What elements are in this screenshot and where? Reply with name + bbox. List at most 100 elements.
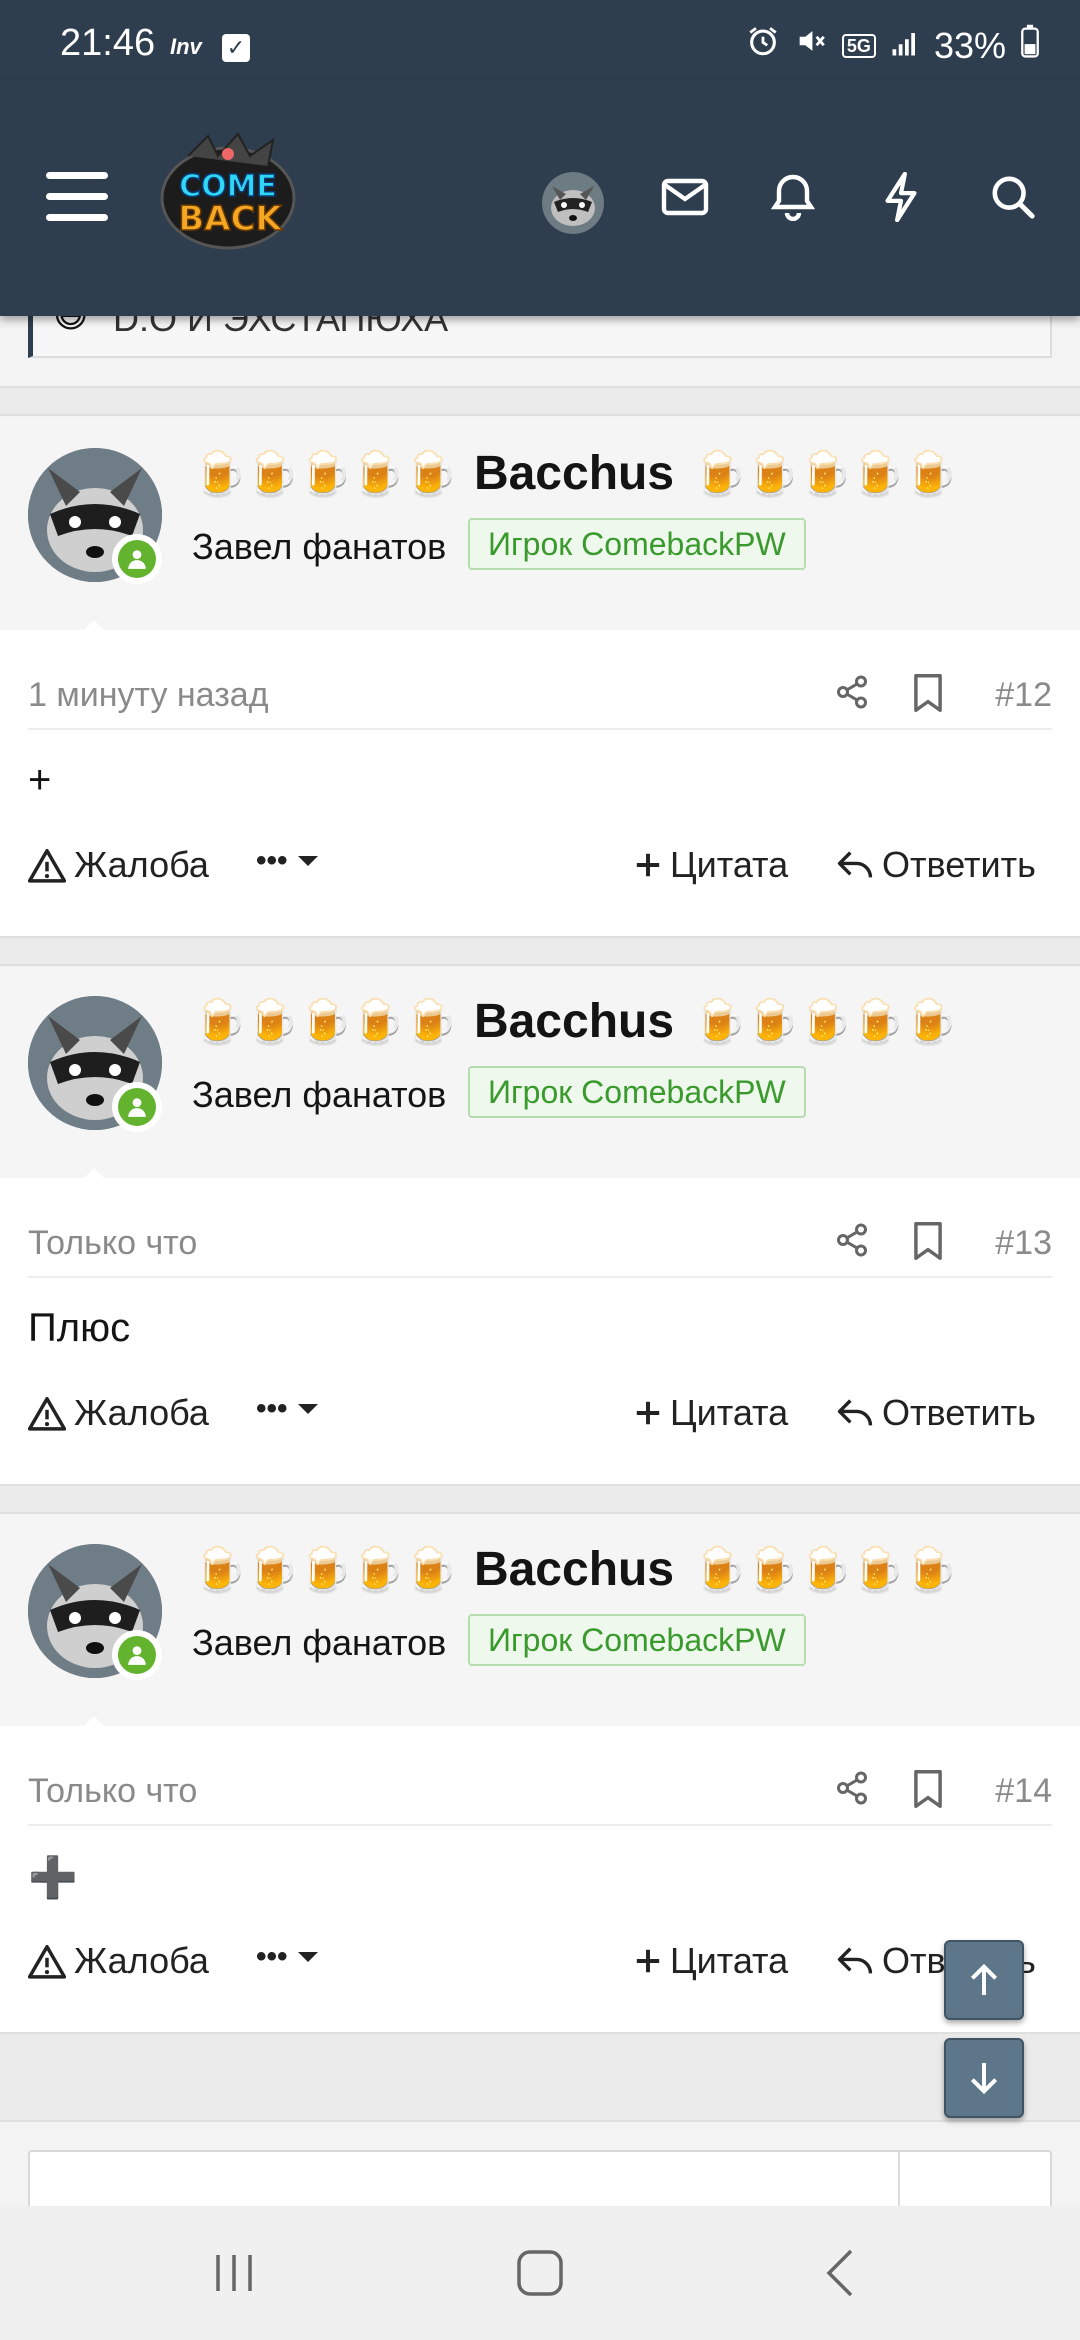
site-logo[interactable]: COME BACK bbox=[158, 126, 298, 256]
caret-down-icon bbox=[297, 1404, 318, 1414]
username-text[interactable]: Bacchus bbox=[474, 994, 674, 1049]
mail-icon[interactable] bbox=[652, 164, 718, 230]
post-actions: Жалоба ••• Цитата Ответить bbox=[28, 838, 1052, 898]
post-actions: Жалоба ••• Цитата Ответить bbox=[28, 1386, 1052, 1446]
battery-icon bbox=[1020, 24, 1040, 67]
home-icon[interactable] bbox=[508, 2246, 572, 2300]
post-separator bbox=[0, 1484, 1080, 1514]
checkbox-notification-icon: ✓ bbox=[222, 34, 250, 62]
back-icon[interactable] bbox=[816, 2246, 864, 2300]
post-13: 🍺🍺🍺🍺🍺 Bacchus 🍺🍺🍺🍺🍺 Завел фанатов Игрок … bbox=[0, 966, 1080, 1484]
post-number[interactable]: #14 bbox=[995, 1772, 1052, 1811]
post-content: Плюс bbox=[28, 1306, 131, 1350]
post-time[interactable]: Только что bbox=[28, 1224, 197, 1263]
lightning-icon[interactable] bbox=[868, 164, 934, 230]
quote-label: Цитата bbox=[670, 1392, 789, 1433]
post-userbar: 🍺🍺🍺🍺🍺 Bacchus 🍺🍺🍺🍺🍺 Завел фанатов Игрок … bbox=[0, 966, 1080, 1190]
online-status-icon bbox=[112, 534, 162, 584]
post-meta: Только что #14 bbox=[28, 1766, 1052, 1826]
report-button[interactable]: Жалоба bbox=[28, 1940, 209, 1982]
report-button[interactable]: Жалоба bbox=[28, 844, 209, 886]
search-icon[interactable] bbox=[980, 164, 1046, 230]
logo-text-back: BACK bbox=[178, 199, 283, 239]
plus-icon bbox=[636, 1401, 660, 1425]
header-user-avatar[interactable] bbox=[542, 172, 604, 234]
report-label: Жалоба bbox=[74, 1940, 209, 1981]
user-banner-badge: Игрок ComebackPW bbox=[468, 1066, 806, 1118]
warning-icon bbox=[28, 849, 66, 883]
quote-button[interactable]: Цитата bbox=[634, 844, 788, 886]
bookmark-icon[interactable] bbox=[912, 1222, 952, 1262]
reply-button[interactable]: Ответить bbox=[836, 1392, 1036, 1434]
online-status-icon bbox=[112, 1630, 162, 1680]
share-icon[interactable] bbox=[834, 1770, 874, 1810]
post-time[interactable]: Только что bbox=[28, 1772, 197, 1811]
site-header: COME BACK bbox=[0, 80, 1080, 316]
reply-button[interactable]: Ответить bbox=[836, 844, 1036, 886]
post-meta: 1 минуту назад #12 bbox=[28, 670, 1052, 730]
bookmark-icon[interactable] bbox=[912, 674, 952, 714]
caret-down-icon bbox=[297, 856, 318, 866]
post-number[interactable]: #12 bbox=[995, 676, 1052, 715]
signal-icon bbox=[890, 25, 920, 67]
post-userbar: 🍺🍺🍺🍺🍺 Bacchus 🍺🍺🍺🍺🍺 Завел фанатов Игрок … bbox=[0, 1514, 1080, 1738]
carrier-label: Inv bbox=[170, 34, 202, 59]
post-username[interactable]: 🍺🍺🍺🍺🍺 Bacchus 🍺🍺🍺🍺🍺 bbox=[192, 994, 958, 1049]
post-meta: Только что #13 bbox=[28, 1218, 1052, 1278]
post-content: ➕ bbox=[28, 1856, 78, 1900]
username-text[interactable]: Bacchus bbox=[474, 1542, 674, 1597]
network-5g-icon: 5G bbox=[841, 33, 876, 58]
beer-emoji-suffix: 🍺🍺🍺🍺🍺 bbox=[692, 449, 958, 499]
scroll-bottom-button[interactable] bbox=[944, 2038, 1024, 2118]
bookmark-icon[interactable] bbox=[912, 1770, 952, 1810]
status-time: 21:46 bbox=[60, 22, 156, 64]
post-separator bbox=[0, 2032, 1080, 2122]
post-username[interactable]: 🍺🍺🍺🍺🍺 Bacchus 🍺🍺🍺🍺🍺 bbox=[192, 1542, 958, 1597]
user-banner-badge: Игрок ComebackPW bbox=[468, 518, 806, 570]
menu-icon[interactable] bbox=[46, 172, 108, 222]
online-status-icon bbox=[112, 1082, 162, 1132]
plus-icon bbox=[636, 1949, 660, 1973]
more-dots: ••• bbox=[256, 844, 288, 877]
plus-icon bbox=[636, 853, 660, 877]
arrow-down-icon bbox=[970, 2063, 998, 2095]
mute-icon bbox=[794, 24, 828, 67]
reply-label: Ответить bbox=[882, 844, 1036, 885]
beer-emoji-prefix: 🍺🍺🍺🍺🍺 bbox=[192, 449, 458, 499]
reply-label: Ответить bbox=[882, 1392, 1036, 1433]
post-14: 🍺🍺🍺🍺🍺 Bacchus 🍺🍺🍺🍺🍺 Завел фанатов Игрок … bbox=[0, 1514, 1080, 2032]
recent-apps-icon[interactable] bbox=[210, 2246, 258, 2300]
more-options-button[interactable]: ••• bbox=[256, 1940, 320, 1974]
warning-icon bbox=[28, 1945, 66, 1979]
more-options-button[interactable]: ••• bbox=[256, 844, 320, 878]
quote-label: Цитата bbox=[670, 844, 789, 885]
beer-emoji-prefix: 🍺🍺🍺🍺🍺 bbox=[192, 1545, 458, 1595]
more-options-button[interactable]: ••• bbox=[256, 1392, 320, 1426]
post-12: 🍺🍺🍺🍺🍺 Bacchus 🍺🍺🍺🍺🍺 Завел фанатов Игрок … bbox=[0, 418, 1080, 936]
post-actions: Жалоба ••• Цитата Ответить bbox=[28, 1934, 1052, 1994]
post-time[interactable]: 1 минуту назад bbox=[28, 676, 269, 715]
quote-button[interactable]: Цитата bbox=[634, 1940, 788, 1982]
reply-icon bbox=[837, 851, 873, 878]
username-text[interactable]: Bacchus bbox=[474, 446, 674, 501]
more-dots: ••• bbox=[256, 1940, 288, 1973]
reply-icon bbox=[837, 1399, 873, 1426]
system-navigation-bar bbox=[0, 2206, 1080, 2340]
post-content: + bbox=[28, 758, 52, 802]
userbar-arrow bbox=[72, 620, 116, 642]
userbar-arrow bbox=[72, 1716, 116, 1738]
beer-emoji-suffix: 🍺🍺🍺🍺🍺 bbox=[692, 1545, 958, 1595]
status-bar: 21:46 Inv ✓ 5G 33% bbox=[0, 0, 1080, 80]
userbar-arrow bbox=[72, 1168, 116, 1190]
bell-icon[interactable] bbox=[760, 164, 826, 230]
post-number[interactable]: #13 bbox=[995, 1224, 1052, 1263]
scroll-top-button[interactable] bbox=[944, 1940, 1024, 2020]
report-button[interactable]: Жалоба bbox=[28, 1392, 209, 1434]
post-username[interactable]: 🍺🍺🍺🍺🍺 Bacchus 🍺🍺🍺🍺🍺 bbox=[192, 446, 958, 501]
quote-button[interactable]: Цитата bbox=[634, 1392, 788, 1434]
user-banner-badge: Игрок ComebackPW bbox=[468, 1614, 806, 1666]
post-separator bbox=[0, 936, 1080, 966]
share-icon[interactable] bbox=[834, 674, 874, 714]
share-icon[interactable] bbox=[834, 1222, 874, 1262]
beer-emoji-suffix: 🍺🍺🍺🍺🍺 bbox=[692, 997, 958, 1047]
